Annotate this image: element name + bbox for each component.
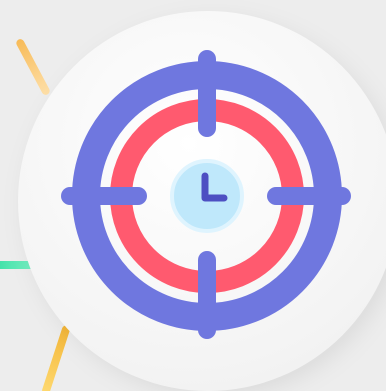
crosshair-bottom	[198, 251, 216, 339]
crosshair-right	[267, 187, 351, 205]
crosshair-left	[61, 187, 147, 205]
icon-stage	[0, 0, 386, 391]
target-clock-icon	[0, 0, 386, 391]
crosshair-top	[198, 50, 216, 137]
